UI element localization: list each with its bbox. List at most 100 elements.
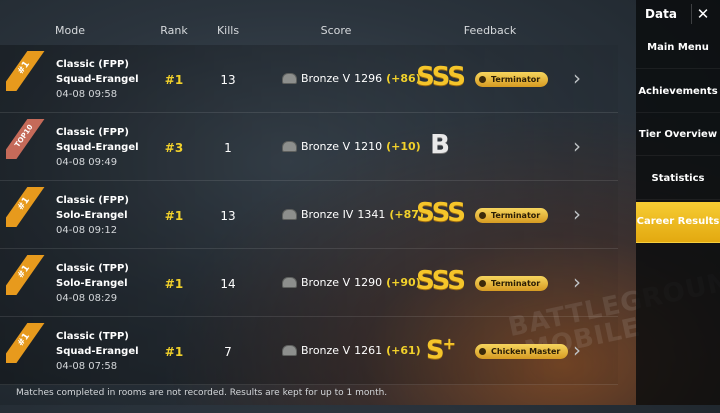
match-mode-info: Classic (TPP) Solo-Erangel 04-08 08:29 bbox=[56, 261, 129, 306]
sidebar-item-statistics[interactable]: Statistics bbox=[636, 159, 720, 200]
badge-icon bbox=[479, 76, 486, 83]
helmet-icon bbox=[282, 73, 297, 84]
badge-icon bbox=[479, 280, 486, 287]
badge-label: Terminator bbox=[491, 211, 541, 220]
match-mode: Classic (FPP) bbox=[56, 127, 129, 138]
match-score: Bronze V 1261 (+61) bbox=[282, 344, 421, 357]
helmet-icon bbox=[282, 345, 297, 356]
performance-grade: S+ bbox=[426, 334, 456, 366]
match-row[interactable]: TOP10 Classic (FPP) Squad-Erangel 04-08 … bbox=[0, 113, 618, 181]
match-map: Solo-Erangel bbox=[56, 210, 128, 221]
performance-grade: SSS bbox=[416, 62, 466, 92]
score-value: 1341 bbox=[357, 208, 386, 221]
match-mode: Classic (FPP) bbox=[56, 195, 129, 206]
match-mode: Classic (TPP) bbox=[56, 331, 129, 342]
placement-ribbon: #1 bbox=[6, 323, 46, 363]
tier-name: Bronze V bbox=[301, 140, 351, 153]
score-value: 1261 bbox=[354, 344, 383, 357]
helmet-icon bbox=[282, 277, 297, 288]
sidebar-item-main-menu[interactable]: Main Menu bbox=[636, 28, 720, 69]
header-rank: Rank bbox=[160, 24, 188, 37]
footer-note: Matches completed in rooms are not recor… bbox=[16, 388, 388, 398]
title-badge: Terminator bbox=[475, 72, 549, 87]
badge-label: Terminator bbox=[491, 279, 541, 288]
match-mode-info: Classic (FPP) Squad-Erangel 04-08 09:49 bbox=[56, 125, 139, 170]
performance-grade: B bbox=[430, 130, 450, 160]
header-score: Score bbox=[320, 24, 352, 37]
match-date: 04-08 08:29 bbox=[56, 293, 118, 304]
match-kills: 14 bbox=[220, 277, 236, 291]
match-date: 04-08 07:58 bbox=[56, 361, 118, 372]
chevron-right-icon[interactable]: › bbox=[573, 338, 581, 362]
match-mode: Classic (FPP) bbox=[56, 59, 129, 70]
placement-ribbon-label: #1 bbox=[6, 255, 46, 295]
match-score: Bronze IV 1341 (+87) bbox=[282, 208, 424, 221]
match-map: Squad-Erangel bbox=[56, 142, 139, 153]
match-map: Squad-Erangel bbox=[56, 346, 139, 357]
header-kills: Kills bbox=[216, 24, 240, 37]
chevron-right-icon[interactable]: › bbox=[573, 202, 581, 226]
match-date: 04-08 09:12 bbox=[56, 225, 118, 236]
score-delta: (+61) bbox=[386, 344, 421, 357]
results-table-header: Mode Rank Kills Score Feedback bbox=[0, 0, 630, 45]
match-map: Squad-Erangel bbox=[56, 74, 139, 85]
sidebar-item-achievements[interactable]: Achievements bbox=[636, 72, 720, 113]
score-value: 1290 bbox=[354, 276, 383, 289]
grade-letters: SSS bbox=[416, 266, 466, 296]
sidebar-item-career-results[interactable]: Career Results bbox=[636, 202, 720, 243]
title-badge: Terminator bbox=[475, 208, 549, 223]
chevron-right-icon[interactable]: › bbox=[573, 134, 581, 158]
match-map: Solo-Erangel bbox=[56, 278, 128, 289]
badge-icon bbox=[479, 212, 486, 219]
match-row[interactable]: #1 Classic (TPP) Squad-Erangel 04-08 07:… bbox=[0, 317, 618, 385]
header-feedback: Feedback bbox=[463, 24, 517, 37]
chevron-right-icon[interactable]: › bbox=[573, 270, 581, 294]
sidebar-title: Data bbox=[645, 7, 677, 21]
match-row[interactable]: #1 Classic (FPP) Solo-Erangel 04-08 09:1… bbox=[0, 181, 618, 249]
score-value: 1296 bbox=[354, 72, 383, 85]
match-row[interactable]: #1 Classic (TPP) Solo-Erangel 04-08 08:2… bbox=[0, 249, 618, 317]
match-rank: #1 bbox=[164, 209, 184, 223]
placement-ribbon: #1 bbox=[6, 255, 46, 295]
placement-ribbon: #1 bbox=[6, 51, 46, 91]
match-mode-info: Classic (FPP) Squad-Erangel 04-08 09:58 bbox=[56, 57, 139, 102]
tier-name: Bronze V bbox=[301, 344, 351, 357]
tier-name: Bronze IV bbox=[301, 208, 354, 221]
placement-ribbon-label: TOP10 bbox=[6, 119, 46, 159]
placement-ribbon-label: #1 bbox=[6, 51, 46, 91]
match-rank: #1 bbox=[164, 345, 184, 359]
placement-ribbon-label: #1 bbox=[6, 323, 46, 363]
sidebar-item-tier-overview[interactable]: Tier Overview bbox=[636, 115, 720, 156]
match-kills: 7 bbox=[224, 345, 232, 359]
match-score: Bronze V 1210 (+10) bbox=[282, 140, 421, 153]
close-icon[interactable]: ✕ bbox=[691, 4, 714, 24]
badge-icon bbox=[479, 348, 486, 355]
tier-name: Bronze V bbox=[301, 276, 351, 289]
chevron-right-icon[interactable]: › bbox=[573, 66, 581, 90]
match-kills: 13 bbox=[220, 73, 236, 87]
sidebar: Data ✕ Main Menu Achievements Tier Overvie… bbox=[636, 0, 720, 405]
helmet-icon bbox=[282, 209, 297, 220]
score-value: 1210 bbox=[354, 140, 383, 153]
match-row[interactable]: #1 Classic (FPP) Squad-Erangel 04-08 09:… bbox=[0, 45, 618, 113]
grade-letters: B bbox=[430, 130, 450, 160]
badge-label: Chicken Master bbox=[491, 347, 561, 356]
performance-grade: SSS bbox=[416, 198, 466, 228]
match-rank: #1 bbox=[164, 73, 184, 87]
match-rank: #1 bbox=[164, 277, 184, 291]
match-mode-info: Classic (FPP) Solo-Erangel 04-08 09:12 bbox=[56, 193, 129, 238]
match-kills: 1 bbox=[224, 141, 232, 155]
match-score: Bronze V 1290 (+90) bbox=[282, 276, 421, 289]
match-date: 04-08 09:58 bbox=[56, 89, 118, 100]
match-date: 04-08 09:49 bbox=[56, 157, 118, 168]
match-mode: Classic (TPP) bbox=[56, 263, 129, 274]
placement-ribbon-label: #1 bbox=[6, 187, 46, 227]
title-badge: Chicken Master bbox=[475, 344, 569, 359]
match-kills: 13 bbox=[220, 209, 236, 223]
performance-grade: SSS bbox=[416, 266, 466, 296]
header-mode: Mode bbox=[55, 24, 85, 37]
placement-ribbon: #1 bbox=[6, 187, 46, 227]
title-badge: Terminator bbox=[475, 276, 549, 291]
score-delta: (+10) bbox=[386, 140, 421, 153]
match-rank: #3 bbox=[164, 141, 184, 155]
